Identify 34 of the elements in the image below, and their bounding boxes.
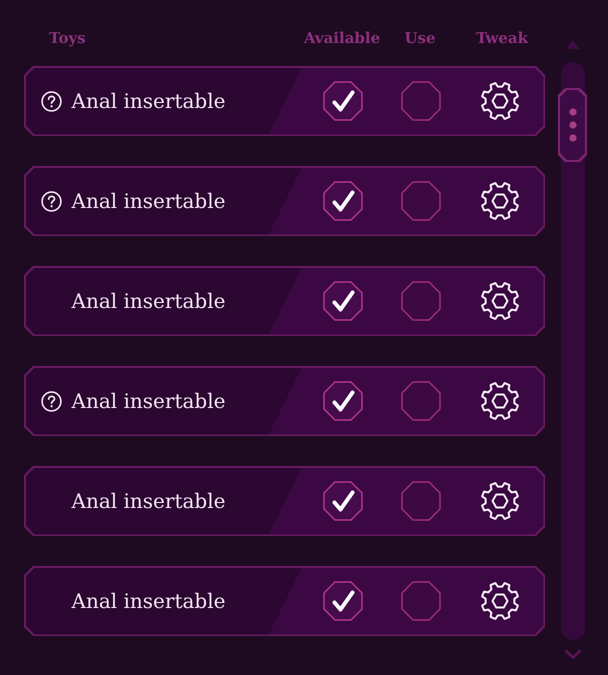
- settings-icon[interactable]: [480, 81, 520, 121]
- toy-name: Anal insertable: [72, 391, 226, 411]
- help-icon[interactable]: [40, 190, 62, 212]
- available-checkbox[interactable]: [322, 381, 362, 421]
- settings-icon[interactable]: [480, 181, 520, 221]
- available-checkbox[interactable]: [322, 181, 362, 221]
- scrollbar-thumb[interactable]: [558, 88, 587, 162]
- settings-icon[interactable]: [480, 281, 520, 321]
- scrollbar-track[interactable]: [560, 62, 584, 640]
- use-checkbox[interactable]: [400, 81, 440, 121]
- toy-name: Anal insertable: [72, 591, 226, 611]
- column-header: Toys: [48, 30, 86, 46]
- available-checkbox[interactable]: [322, 481, 362, 521]
- help-icon[interactable]: [40, 90, 62, 112]
- settings-icon[interactable]: [480, 581, 520, 621]
- column-header: Use: [404, 30, 436, 46]
- use-checkbox[interactable]: [400, 381, 440, 421]
- use-checkbox[interactable]: [400, 481, 440, 521]
- settings-icon[interactable]: [480, 381, 520, 421]
- toy-name: Anal insertable: [72, 191, 226, 211]
- use-checkbox[interactable]: [400, 581, 440, 621]
- available-checkbox[interactable]: [322, 581, 362, 621]
- help-icon[interactable]: [40, 390, 62, 412]
- available-checkbox[interactable]: [322, 281, 362, 321]
- column-header: Available: [304, 30, 380, 46]
- grip-icon: [568, 108, 576, 142]
- available-checkbox[interactable]: [322, 81, 362, 121]
- use-checkbox[interactable]: [400, 281, 440, 321]
- column-header: Tweak: [476, 30, 528, 46]
- toy-name: Anal insertable: [72, 491, 226, 511]
- toy-name: Anal insertable: [72, 91, 226, 111]
- settings-icon[interactable]: [480, 481, 520, 521]
- use-checkbox[interactable]: [400, 181, 440, 221]
- toy-name: Anal insertable: [72, 291, 226, 311]
